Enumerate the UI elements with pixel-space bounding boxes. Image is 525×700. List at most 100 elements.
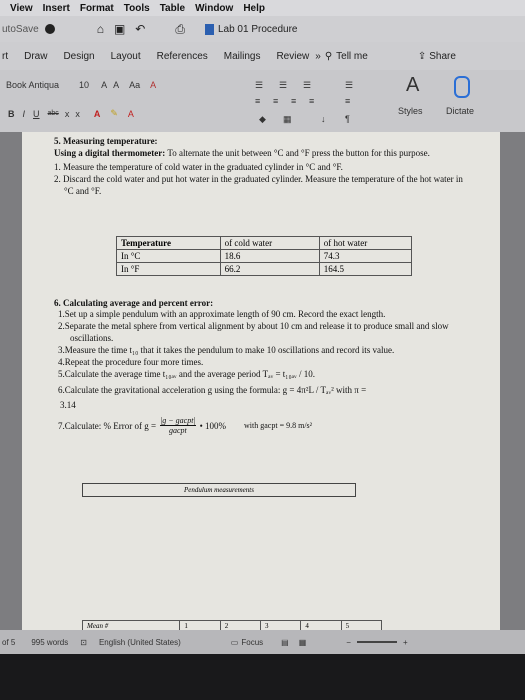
underline-button[interactable]: U xyxy=(33,109,40,119)
share-icon: ⇪ xyxy=(417,50,427,62)
share-button[interactable]: Share xyxy=(429,51,456,62)
focus-icon[interactable]: ▭ xyxy=(231,638,239,647)
page-count[interactable]: of 5 xyxy=(2,638,15,647)
font-size-select[interactable]: 10 xyxy=(79,80,89,90)
print-icon[interactable]: ⎙ xyxy=(175,22,185,37)
align-left-icon[interactable]: ≡ xyxy=(255,96,260,106)
proofing-icon[interactable]: ⊡ xyxy=(80,638,87,647)
superscript-button[interactable]: x xyxy=(75,109,80,119)
fraction-denominator: gacpt xyxy=(168,426,187,435)
table-cell: 164.5 xyxy=(318,262,413,276)
table-cell: 18.6 xyxy=(219,249,320,263)
table-cell: In °C xyxy=(116,249,221,263)
menu-format[interactable]: Format xyxy=(80,3,114,14)
step-7-prefix: 7.Calculate: % Error of g = xyxy=(58,420,157,431)
styles-icon[interactable]: A xyxy=(406,74,419,97)
home-icon[interactable]: ⌂ xyxy=(97,22,104,36)
lightbulb-icon: ⚲ xyxy=(324,50,333,62)
borders-icon[interactable]: ▦ xyxy=(283,114,292,125)
shrink-font-icon[interactable]: A xyxy=(113,80,119,90)
menu-tools[interactable]: Tools xyxy=(124,3,150,14)
pilcrow-icon[interactable]: ¶ xyxy=(345,114,350,124)
section-6-step: 3.Measure the time t₁₀ that it takes the… xyxy=(58,345,395,355)
focus-button[interactable]: Focus xyxy=(241,638,263,647)
dictate-icon[interactable] xyxy=(454,76,470,98)
zoom-slider[interactable] xyxy=(356,641,397,643)
indent-icon[interactable]: ☰ xyxy=(345,80,353,91)
tab-references[interactable]: References xyxy=(157,51,208,62)
zoom-out-icon[interactable]: − xyxy=(346,638,351,647)
styles-button[interactable]: Styles xyxy=(398,106,423,116)
section-6-step: 6.Calculate the gravitational accelerati… xyxy=(58,385,367,395)
pendulum-caption: Pendulum measurements xyxy=(184,486,254,494)
menu-window[interactable]: Window xyxy=(195,3,233,14)
shading-icon[interactable]: ◆ xyxy=(259,114,266,125)
tab-design[interactable]: Design xyxy=(63,51,94,62)
highlight-icon[interactable]: ✎ xyxy=(110,108,118,119)
menu-table[interactable]: Table xyxy=(160,3,185,14)
section-6-step: 4.Repeat the procedure four more times. xyxy=(58,357,204,367)
section-5-intro: Using a digital thermometer: To alternat… xyxy=(54,147,474,159)
menu-insert[interactable]: Insert xyxy=(43,3,70,14)
align-right-icon[interactable]: ≡ xyxy=(291,96,296,106)
paragraph-group: ☰ ☰ ☰ ☰ ≡ ≡ ≡ ≡ ≡ ◆ ▦ ↓ ¶ xyxy=(255,76,385,126)
section-6-step-7: 7.Calculate: % Error of g = |g − gacpt| … xyxy=(54,416,474,435)
change-case-icon[interactable]: Aa xyxy=(129,80,140,90)
tab-layout[interactable]: Layout xyxy=(111,51,141,62)
undo-icon[interactable]: ↶ xyxy=(135,22,145,36)
section-5-step: 1. Measure the temperature of cold water… xyxy=(54,162,343,172)
ribbon: Book Antiqua 10 A A Aa A B I U abc x x A… xyxy=(0,70,525,132)
font-name-select[interactable]: Book Antiqua xyxy=(6,80,59,90)
table-cell: 66.2 xyxy=(219,262,320,276)
save-icon[interactable]: ▣ xyxy=(114,22,125,36)
pi-value: 3.14 xyxy=(60,400,76,410)
section-6-step: 2.Separate the metal sphere from vertica… xyxy=(58,321,449,343)
tab-draw[interactable]: Draw xyxy=(24,51,47,62)
pendulum-caption-box: Pendulum measurements xyxy=(82,483,356,497)
bullets-icon[interactable]: ☰ xyxy=(255,80,263,91)
italic-button[interactable]: I xyxy=(23,109,26,119)
justify-icon[interactable]: ≡ xyxy=(309,96,314,106)
chevron-right-icon[interactable]: » xyxy=(315,51,321,62)
sort-icon[interactable]: ↓ xyxy=(321,114,326,124)
desk-background xyxy=(0,654,525,700)
table-row: Temperature of cold water of hot water xyxy=(116,236,413,250)
strikethrough-button[interactable]: abc xyxy=(48,110,59,117)
menu-bar: View Insert Format Tools Table Window He… xyxy=(0,0,525,16)
tell-me-input[interactable]: Tell me xyxy=(336,51,368,62)
table-header: of cold water xyxy=(219,236,320,250)
tab-review[interactable]: Review xyxy=(276,51,309,62)
section-5-intro-bold: Using a digital thermometer: xyxy=(54,148,166,158)
language-label[interactable]: English (United States) xyxy=(99,638,181,647)
menu-view[interactable]: View xyxy=(10,3,33,14)
percent-error-fraction: |g − gacpt| gacpt xyxy=(160,416,196,435)
document-title: Lab 01 Procedure xyxy=(217,23,298,35)
section-6-title: 6. Calculating average and percent error… xyxy=(54,298,214,308)
clear-format-icon[interactable]: A xyxy=(150,80,156,90)
fraction-numerator: |g − gacpt| xyxy=(160,416,196,426)
zoom-in-icon[interactable]: + xyxy=(403,638,408,647)
autosave-toggle[interactable] xyxy=(44,24,55,34)
temperature-table: Temperature of cold water of hot water I… xyxy=(116,236,413,276)
menu-help[interactable]: Help xyxy=(243,3,265,14)
numbering-icon[interactable]: ☰ xyxy=(279,80,287,91)
table-cell: In °F xyxy=(116,262,221,276)
section-5-intro-text: To alternate the unit between °C and °F … xyxy=(167,148,430,158)
bold-button[interactable]: B xyxy=(8,109,15,119)
word-count[interactable]: 995 words xyxy=(31,638,68,647)
document-page[interactable]: 5. Measuring temperature: Using a digita… xyxy=(22,132,500,632)
line-spacing-icon[interactable]: ≡ xyxy=(345,96,350,106)
font-color-icon[interactable]: A xyxy=(94,109,101,119)
align-center-icon[interactable]: ≡ xyxy=(273,96,278,106)
print-layout-icon[interactable]: ▤ xyxy=(281,638,289,647)
section-5-title: 5. Measuring temperature: xyxy=(54,136,158,146)
tab-mailings[interactable]: Mailings xyxy=(224,51,261,62)
table-header: of hot water xyxy=(318,236,413,250)
dictate-button[interactable]: Dictate xyxy=(446,106,474,116)
multilevel-icon[interactable]: ☰ xyxy=(303,80,311,91)
web-layout-icon[interactable]: ▦ xyxy=(299,638,307,647)
grow-font-icon[interactable]: A xyxy=(101,80,107,90)
text-color-icon[interactable]: A xyxy=(128,109,134,119)
tab-insert[interactable]: rt xyxy=(2,51,8,62)
subscript-button[interactable]: x xyxy=(65,109,70,119)
